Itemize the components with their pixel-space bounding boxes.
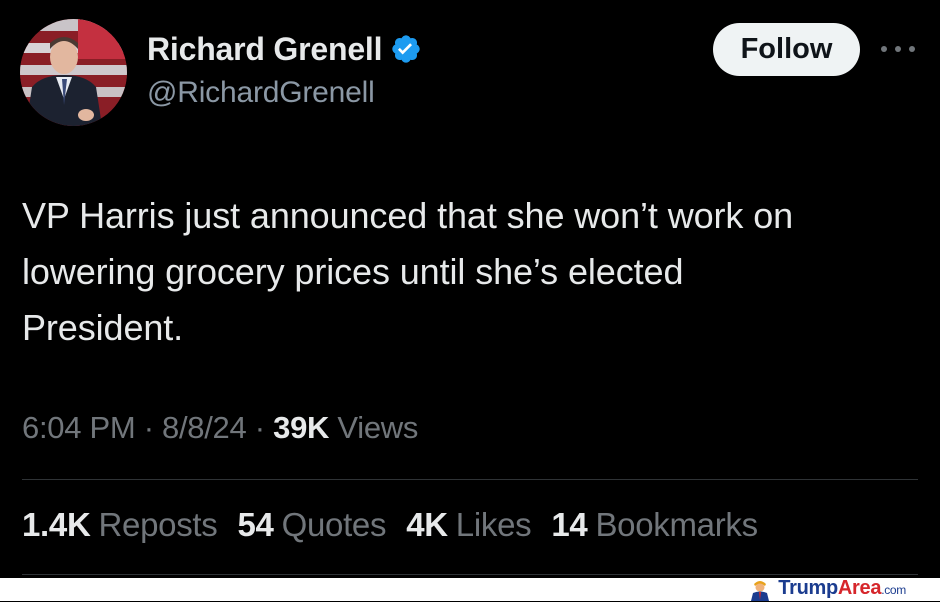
stat-label: Quotes (281, 506, 387, 543)
stat-quotes[interactable]: 54 Quotes (237, 506, 386, 544)
stat-reposts[interactable]: 1.4K Reposts (22, 506, 218, 544)
stat-count: 4K (406, 506, 448, 543)
tweet-date[interactable]: 8/8/24 (162, 410, 247, 445)
watermark: TrumpArea.com (748, 577, 906, 602)
stat-count: 1.4K (22, 506, 91, 543)
more-options-icon[interactable] (881, 43, 915, 55)
trump-figure-icon (751, 581, 770, 601)
tweet-time[interactable]: 6:04 PM (22, 410, 136, 445)
views-count: 39K (273, 410, 330, 445)
meta-separator: · (254, 410, 265, 445)
more-dot (895, 46, 901, 52)
more-dot (881, 46, 887, 52)
views-label: Views (337, 410, 419, 445)
divider (22, 574, 918, 575)
stat-label: Reposts (98, 506, 218, 543)
divider (22, 479, 918, 480)
tweet-text: VP Harris just announced that she won’t … (22, 195, 794, 348)
author-name-row[interactable]: Richard Grenell (147, 29, 422, 69)
stat-bookmarks[interactable]: 14 Bookmarks (551, 506, 758, 544)
engagement-stats: 1.4K Reposts 54 Quotes 4K Likes 14 Bookm… (22, 506, 758, 544)
watermark-part: .com (881, 583, 906, 597)
author-handle[interactable]: @RichardGrenell (147, 76, 375, 110)
watermark-text: TrumpArea.com (778, 577, 906, 602)
tweet-meta: 6:04 PM · 8/8/24 · 39K Views (22, 410, 418, 446)
stat-count: 54 (237, 506, 274, 543)
watermark-part: Trump (778, 577, 838, 599)
stat-likes[interactable]: 4K Likes (406, 506, 531, 544)
stat-label: Bookmarks (595, 506, 758, 543)
avatar[interactable] (20, 19, 127, 126)
meta-separator: · (143, 410, 154, 445)
stat-label: Likes (455, 506, 532, 543)
watermark-bar: TrumpArea.com (0, 577, 940, 602)
follow-button[interactable]: Follow (713, 23, 860, 76)
author-display-name[interactable]: Richard Grenell (147, 31, 383, 68)
watermark-part: Area (837, 577, 882, 599)
tweet-card: Richard Grenell @RichardGrenell Follow V… (0, 0, 940, 578)
more-dot (909, 46, 915, 52)
stat-count: 14 (551, 506, 588, 543)
verified-badge-icon[interactable] (390, 33, 422, 65)
avatar-image (20, 19, 127, 126)
